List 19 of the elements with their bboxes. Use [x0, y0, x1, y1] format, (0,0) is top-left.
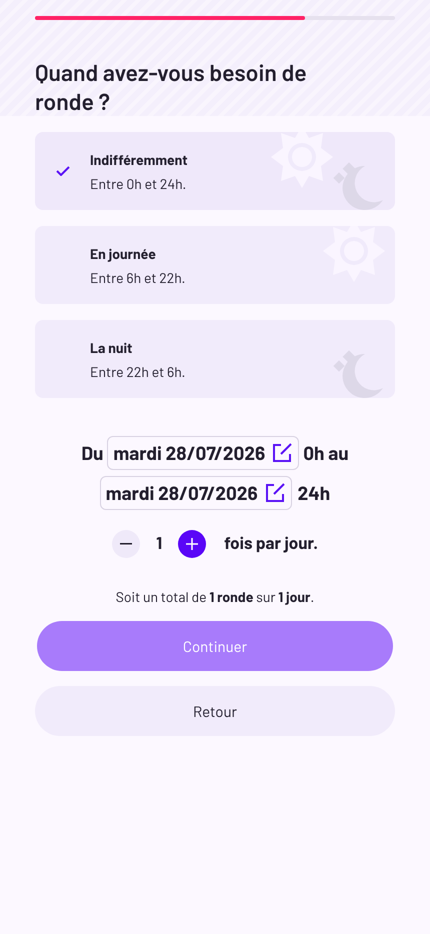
back-button[interactable]: Retour: [35, 686, 395, 736]
option-card[interactable]: En journée Entre 6h et 22h.: [35, 226, 395, 304]
question-title: Quand avez-vous besoin de ronde ?: [35, 58, 308, 116]
option-detail: Entre 6h et 22h.: [90, 268, 186, 288]
start-hour-label: 0h au: [303, 440, 349, 466]
summary-text: Soit un total de 1 ronde sur 1 jour.: [114, 587, 316, 607]
frequency-label: fois par jour.: [224, 532, 318, 556]
option-label: En journée: [90, 244, 157, 264]
option-detail: Entre 0h et 24h.: [90, 174, 188, 194]
from-label: Du: [81, 440, 104, 466]
start-date-field[interactable]: mardi 28/07/2026: [107, 436, 300, 470]
option-card[interactable]: La nuit Entre 22h et 6h.: [35, 320, 395, 398]
count-value: 1: [156, 532, 162, 556]
option-card[interactable]: Indifféremment Entre 0h et 24h.: [35, 132, 395, 210]
end-date-field[interactable]: mardi 28/07/2026: [100, 476, 292, 510]
option-detail: Entre 22h et 6h.: [90, 362, 186, 382]
end-hour-label: 24h: [298, 480, 330, 506]
option-label: Indifféremment: [90, 150, 188, 170]
option-label: La nuit: [90, 338, 134, 358]
